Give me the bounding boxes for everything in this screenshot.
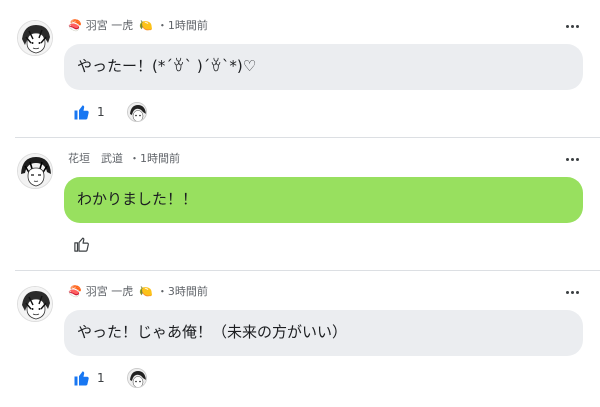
meta-separator: ・ (156, 285, 168, 298)
more-options-icon[interactable] (562, 18, 582, 34)
avatar[interactable] (17, 20, 53, 56)
reactor-avatar[interactable] (126, 102, 147, 122)
avatar[interactable] (17, 286, 53, 322)
comment-bubble: わかりました！！ (64, 177, 583, 223)
comment-meta: 🍣 羽宮 一虎 🍋 ・ 1時間前 (68, 18, 208, 34)
avatar[interactable] (17, 153, 53, 189)
comment-actions: 1 (73, 102, 147, 122)
comment-meta: 🍣 羽宮 一虎 🍋 ・ 3時間前 (68, 284, 208, 300)
more-options-icon[interactable] (562, 284, 582, 300)
comment-actions: 1 (73, 368, 147, 388)
author-name[interactable]: 羽宮 一虎 (86, 18, 134, 34)
sushi-badge-icon: 🍣 (68, 19, 82, 32)
comment: 🍣 羽宮 一虎 🍋 ・ 3時間前 やった！じゃあ俺！（未来の方がいい） 1 (0, 284, 600, 394)
timestamp: 3時間前 (167, 285, 208, 298)
avatar-image (18, 21, 52, 55)
reactor-avatar-image (127, 103, 146, 121)
like-count: 1 (97, 105, 105, 119)
comment-thread: 🍣 羽宮 一虎 🍋 ・ 1時間前 やったー！(*´ꈊ` )´ꈊ`*)♡ 1 花垣… (0, 0, 600, 407)
comment-meta: 花垣 武道 ・ 1時間前 (68, 151, 180, 167)
more-options-icon[interactable] (562, 151, 582, 167)
avatar-image (18, 287, 52, 321)
meta-separator: ・ (129, 152, 140, 165)
like-count: 1 (97, 371, 105, 385)
avatar-image (18, 154, 52, 188)
reactor-avatar[interactable] (126, 368, 147, 388)
divider (15, 137, 600, 138)
meta-separator: ・ (156, 19, 168, 32)
thumbs-up-filled-icon (74, 371, 89, 386)
like-button[interactable]: 1 (73, 103, 105, 121)
comment-bubble: やったー！(*´ꈊ` )´ꈊ`*)♡ (64, 44, 583, 90)
comment: 花垣 武道 ・ 1時間前 わかりました！！ (0, 151, 600, 261)
lemon-badge-icon: 🍋 (139, 285, 153, 298)
comment: 🍣 羽宮 一虎 🍋 ・ 1時間前 やったー！(*´ꈊ` )´ꈊ`*)♡ 1 (0, 18, 600, 128)
comment-bubble: やった！じゃあ俺！（未来の方がいい） (64, 310, 583, 356)
timestamp: 1時間前 (140, 152, 180, 165)
divider (15, 270, 600, 271)
author-name[interactable]: 花垣 武道 (68, 151, 123, 167)
author-name[interactable]: 羽宮 一虎 (86, 284, 134, 300)
like-button[interactable]: 1 (73, 369, 105, 387)
like-button[interactable] (73, 235, 91, 253)
thumbs-up-outline-icon (74, 237, 89, 252)
reactor-avatar-image (127, 369, 146, 387)
timestamp: 1時間前 (167, 19, 208, 32)
sushi-badge-icon: 🍣 (68, 285, 82, 298)
lemon-badge-icon: 🍋 (139, 19, 153, 32)
comment-actions (73, 234, 91, 254)
thumbs-up-filled-icon (74, 105, 89, 120)
